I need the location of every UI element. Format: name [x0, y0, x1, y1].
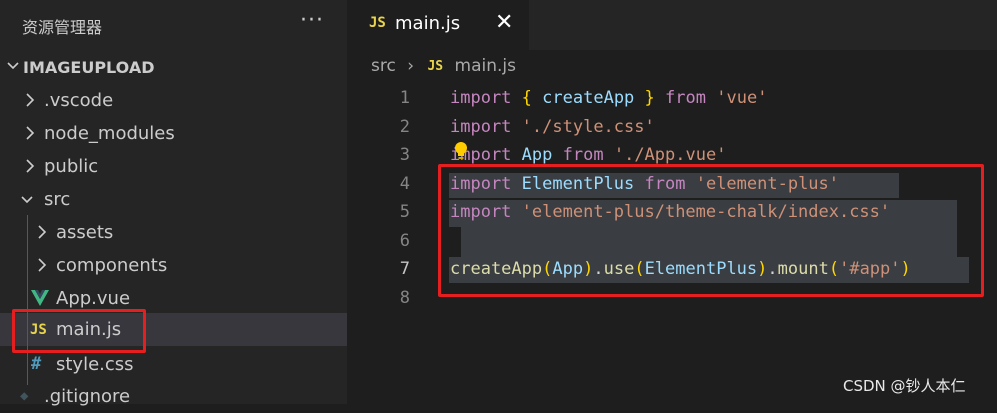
- tree-item-label: App.vue: [56, 288, 131, 309]
- tree-item-label: style.css: [56, 354, 134, 375]
- breadcrumb-file[interactable]: main.js: [455, 56, 516, 76]
- chevron-down-icon: [7, 62, 19, 70]
- code-token: '#app': [839, 259, 901, 279]
- js-file-icon: JS: [427, 58, 444, 74]
- chevron-down-icon: [21, 196, 33, 204]
- folder-root-imageupload[interactable]: IMAGEUPLOAD: [0, 54, 347, 82]
- root-folder-label: IMAGEUPLOAD: [23, 58, 155, 77]
- tree-item-public[interactable]: public: [0, 150, 347, 183]
- code-line-5[interactable]: import 'element-plus/theme-chalk/index.c…: [450, 202, 890, 222]
- line-number-active: 7: [399, 259, 410, 279]
- close-icon[interactable]: ✕: [495, 10, 513, 35]
- selection-line-6: [461, 227, 957, 257]
- vue-file-icon: [31, 290, 49, 306]
- tab-label: main.js: [395, 13, 461, 34]
- tree-item-style-css[interactable]: # style.css: [0, 348, 347, 381]
- code-line-4[interactable]: import ElementPlus from 'element-plus': [450, 174, 839, 194]
- code-token: {: [521, 88, 532, 108]
- line-number: 4: [399, 174, 410, 194]
- line-number: 5: [399, 202, 410, 222]
- breadcrumb-folder[interactable]: src: [371, 56, 396, 76]
- code-token: 'vue': [716, 88, 768, 108]
- chevron-right-icon: [38, 258, 47, 272]
- chevron-right-icon: [26, 159, 35, 173]
- line-number: 3: [399, 145, 410, 165]
- breadcrumb: src › JS main.js: [371, 56, 516, 80]
- code-token: import: [450, 174, 512, 194]
- tree-item-assets[interactable]: assets: [0, 216, 347, 249]
- explorer-header: 资源管理器 ···: [0, 0, 347, 50]
- code-token: ): [757, 259, 768, 279]
- git-file-icon: ◆: [20, 388, 29, 404]
- code-token: (: [542, 259, 553, 279]
- code-token: from: [665, 88, 706, 108]
- tree-item-label: main.js: [56, 319, 122, 340]
- code-token: .: [767, 259, 778, 279]
- line-number: 1: [399, 88, 410, 108]
- code-token: import: [450, 202, 512, 222]
- line-number: 6: [399, 231, 410, 251]
- code-token: ): [900, 259, 911, 279]
- code-token: use: [603, 259, 635, 279]
- code-token: 'element-plus': [695, 174, 840, 194]
- code-token: (: [828, 259, 840, 279]
- tab-main-js[interactable]: JS main.js ✕: [347, 0, 529, 50]
- watermark: CSDN @钞人本仁: [843, 377, 966, 395]
- code-token: .: [593, 259, 604, 279]
- tree-item-label: .vscode: [44, 90, 114, 111]
- code-token: 'element-plus/theme-chalk/index.css': [521, 202, 891, 222]
- code-line-1[interactable]: import { createApp } from 'vue': [450, 88, 767, 108]
- code-token: './App.vue': [613, 145, 727, 165]
- code-token: createApp: [542, 88, 635, 108]
- tree-item-label: src: [44, 189, 71, 210]
- tree-item-label: public: [44, 156, 99, 177]
- tree-item-components[interactable]: components: [0, 249, 347, 282]
- css-file-icon: #: [31, 354, 42, 374]
- code-token: './style.css': [521, 117, 655, 137]
- tree-item-label: components: [56, 255, 168, 276]
- code-token: import: [450, 117, 512, 137]
- tree-item-label: assets: [56, 222, 114, 243]
- tree-item-gitignore[interactable]: ◆ .gitignore: [0, 380, 347, 413]
- tree-item-src[interactable]: src: [0, 183, 347, 216]
- chevron-right-icon: [26, 126, 35, 140]
- code-token: (: [634, 259, 645, 279]
- code-token: ElementPlus: [644, 259, 758, 279]
- more-actions-icon[interactable]: ···: [300, 8, 324, 33]
- code-line-3[interactable]: import App from './App.vue': [450, 145, 726, 165]
- code-line-7[interactable]: createApp(App).use(ElementPlus).mount('#…: [450, 259, 911, 279]
- code-line-2[interactable]: import './style.css': [450, 117, 655, 137]
- chevron-right-icon: [26, 93, 35, 107]
- code-token: App: [521, 145, 553, 165]
- explorer-title: 资源管理器: [22, 18, 103, 37]
- editor-tab-bar: JS main.js ✕: [347, 0, 997, 50]
- line-number: 2: [399, 117, 410, 137]
- tree-item-label: node_modules: [44, 123, 175, 144]
- explorer-sidebar: 资源管理器 ··· IMAGEUPLOAD .vscode node_modul…: [0, 0, 347, 407]
- tree-item-app-vue[interactable]: App.vue: [0, 282, 347, 315]
- code-token: }: [644, 88, 655, 108]
- lightbulb-icon[interactable]: [453, 141, 469, 161]
- js-file-icon: JS: [369, 15, 386, 31]
- tree-item-vscode[interactable]: .vscode: [0, 84, 347, 117]
- code-token: from: [562, 145, 604, 165]
- code-token: ElementPlus: [521, 174, 635, 194]
- code-token: mount: [777, 259, 829, 279]
- code-token: createApp: [450, 259, 543, 279]
- code-token: from: [644, 174, 686, 194]
- tree-item-main-js[interactable]: JS main.js: [0, 313, 347, 346]
- code-token: ): [583, 259, 594, 279]
- code-token: App: [552, 259, 584, 279]
- line-number: 8: [399, 288, 410, 308]
- code-token: import: [450, 88, 512, 108]
- indent-guide: [27, 215, 28, 385]
- chevron-right-icon: [38, 225, 47, 239]
- chevron-right-icon: ›: [407, 56, 415, 76]
- js-file-icon: JS: [30, 322, 47, 338]
- tree-item-node-modules[interactable]: node_modules: [0, 117, 347, 150]
